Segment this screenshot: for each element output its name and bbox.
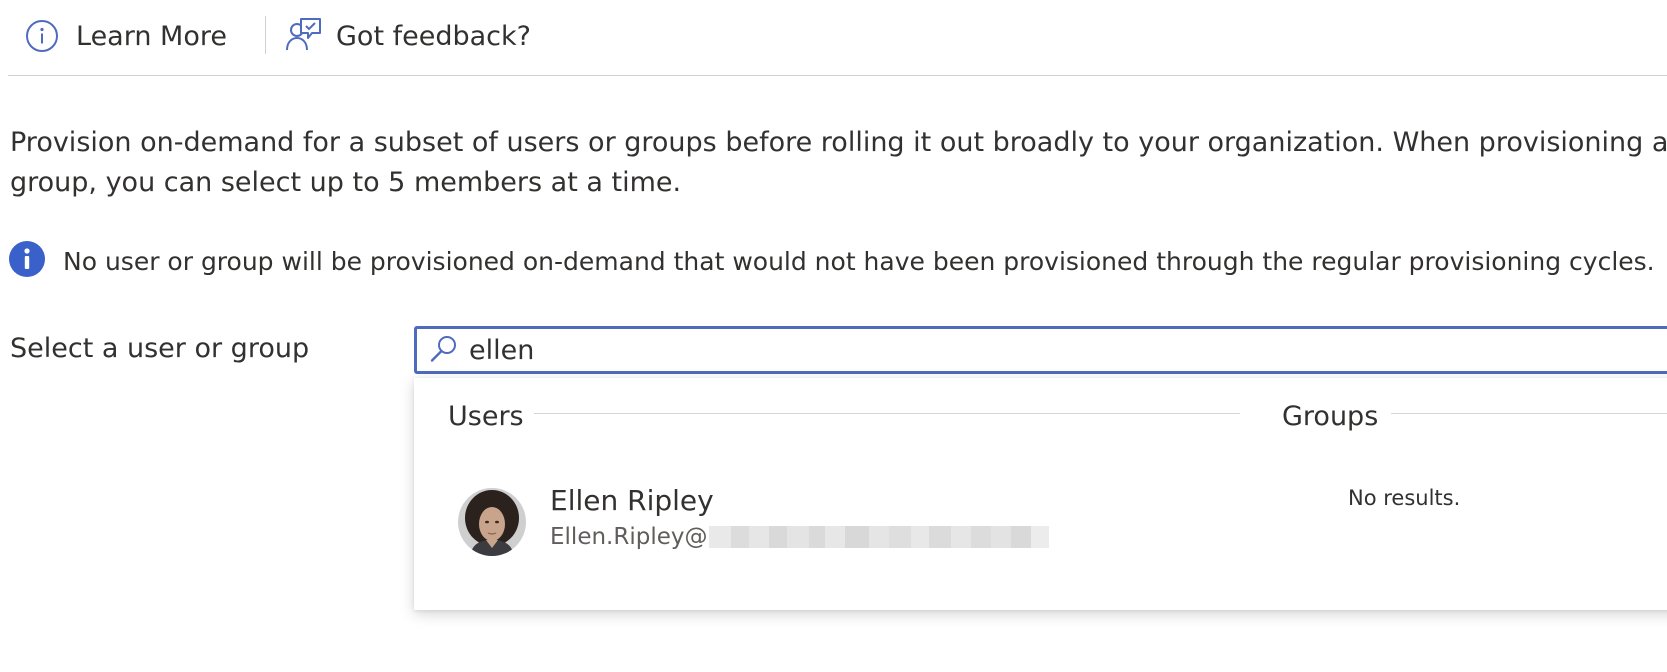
feedback-button[interactable]: Got feedback? [284,16,531,56]
users-heading: Users [448,401,524,432]
groups-divider [1391,413,1667,414]
avatar [458,488,526,556]
info-circle-icon [25,19,59,53]
user-result-item[interactable]: Ellen Ripley Ellen.Ripley@ [458,482,1098,556]
info-banner-text: No user or group will be provisioned on-… [63,246,1655,276]
person-feedback-icon [284,16,324,56]
search-input[interactable] [469,334,1667,366]
user-email: Ellen.Ripley@ [550,522,1050,552]
users-divider [534,413,1240,414]
command-bar: Learn More Got feedback? [8,0,1667,76]
select-user-group-label: Select a user or group [10,333,310,364]
groups-heading: Groups [1282,401,1379,432]
learn-more-button[interactable]: Learn More [25,16,227,56]
groups-no-results: No results. [1348,486,1461,510]
learn-more-label: Learn More [76,20,227,52]
user-email-prefix: Ellen.Ripley@ [550,524,708,550]
info-banner: No user or group will be provisioned on-… [9,241,1655,281]
toolbar-divider [265,16,266,54]
user-name: Ellen Ripley [550,484,714,517]
info-filled-icon [9,241,45,281]
search-results-dropdown: Users Groups Ellen Ripley Ellen.Ripley@ [414,378,1667,610]
user-group-search-box[interactable] [414,326,1667,374]
page-description: Provision on-demand for a subset of user… [10,127,1667,198]
redacted-email-domain [709,525,1050,549]
search-icon [417,333,459,367]
feedback-label: Got feedback? [336,20,531,52]
